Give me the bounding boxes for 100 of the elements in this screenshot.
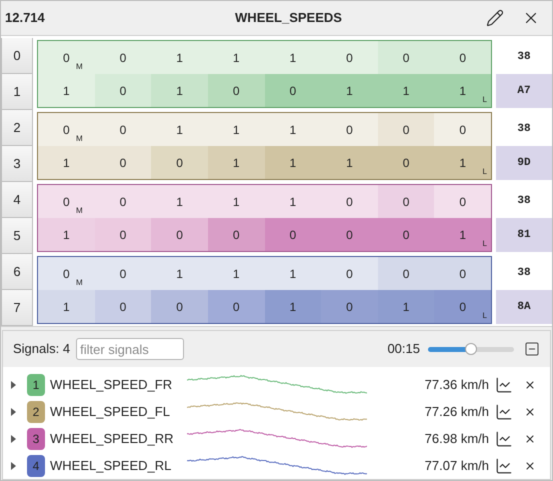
bit-cell: 0 bbox=[94, 74, 152, 107]
bit-marker: L bbox=[482, 310, 487, 322]
row-index-button[interactable]: 0 bbox=[1, 38, 33, 74]
bit-cell: 1 bbox=[208, 146, 264, 179]
bit-cell: 0 bbox=[321, 185, 378, 218]
bit-cell: 0 bbox=[208, 218, 264, 251]
bit-cell: 1 bbox=[151, 74, 208, 107]
edit-icon[interactable] bbox=[486, 9, 504, 27]
chart-icon[interactable] bbox=[495, 376, 513, 394]
bit-cell: 0 M bbox=[38, 257, 95, 290]
bit-cell: 1 bbox=[321, 146, 378, 179]
signal-value: 76.98 km/h bbox=[424, 430, 489, 448]
bit-cell: 1 bbox=[38, 290, 95, 323]
bit-cell: 0 bbox=[378, 41, 434, 74]
time-slider[interactable] bbox=[428, 343, 514, 355]
bit-cell: 1 bbox=[264, 257, 322, 290]
bit-cell: 1 L bbox=[434, 218, 491, 251]
bit-marker: M bbox=[76, 205, 83, 217]
bit-cell: 0 bbox=[378, 218, 434, 251]
bit-cell: 1 bbox=[208, 185, 264, 218]
chart-icon[interactable] bbox=[495, 456, 513, 474]
bit-marker: M bbox=[76, 61, 83, 73]
bit-cell: 0 bbox=[94, 185, 152, 218]
bit-cell: 0 bbox=[378, 257, 434, 290]
collapse-icon[interactable] bbox=[524, 341, 540, 357]
bit-cell: 0 L bbox=[434, 290, 491, 323]
hex-value-cell: 81 bbox=[496, 218, 552, 252]
signal-name: WHEEL_SPEED_FL bbox=[50, 402, 171, 421]
bit-cell: 0 bbox=[321, 113, 378, 146]
signal-value: 77.26 km/h bbox=[424, 402, 489, 421]
signal-value: 77.07 km/h bbox=[424, 456, 489, 475]
chart-icon[interactable] bbox=[495, 402, 513, 420]
hex-value-cell: 8A bbox=[496, 290, 552, 324]
time-readout: 12.714 bbox=[5, 9, 46, 28]
hex-value-cell: 9D bbox=[496, 146, 552, 180]
bit-cell: 1 bbox=[208, 113, 264, 146]
bit-cell: 0 M bbox=[38, 41, 95, 74]
bit-cell: 0 bbox=[94, 146, 152, 179]
bit-cell: 1 bbox=[264, 113, 322, 146]
expand-icon[interactable] bbox=[11, 408, 17, 416]
window-title: WHEEL_SPEEDS bbox=[234, 9, 343, 28]
row-index-button[interactable]: 4 bbox=[1, 182, 33, 218]
bit-marker: L bbox=[482, 238, 487, 250]
expand-icon[interactable] bbox=[11, 462, 17, 470]
row-index-button[interactable]: 2 bbox=[1, 110, 33, 146]
signal-number-badge: 1 bbox=[27, 374, 45, 396]
bit-cell: 0 bbox=[321, 290, 378, 323]
bit-marker: L bbox=[482, 166, 487, 178]
bit-cell: 1 bbox=[321, 74, 378, 107]
bit-cell: 1 bbox=[264, 290, 322, 323]
time-window-label: 00:15 bbox=[387, 340, 420, 358]
bit-cell: 0 M bbox=[38, 185, 95, 218]
bit-cell: 1 bbox=[264, 41, 322, 74]
bit-cell: 1 bbox=[38, 146, 95, 179]
row-index-button[interactable]: 7 bbox=[1, 290, 33, 326]
filter-field[interactable]: filter signals bbox=[76, 338, 184, 360]
bit-cell: 1 bbox=[378, 74, 434, 107]
bit-cell: 1 bbox=[38, 74, 95, 107]
bit-cell: 0 bbox=[321, 257, 378, 290]
bit-marker: L bbox=[482, 94, 487, 106]
signal-number-badge: 3 bbox=[27, 428, 45, 450]
bit-cell: 1 L bbox=[434, 74, 491, 107]
chart-icon[interactable] bbox=[495, 430, 513, 448]
signal-name: WHEEL_SPEED_RL bbox=[50, 456, 172, 475]
bit-cell: 1 bbox=[378, 290, 434, 323]
remove-icon[interactable] bbox=[524, 432, 536, 444]
bit-cell: 0 bbox=[321, 218, 378, 251]
bit-cell: 1 bbox=[264, 185, 322, 218]
bit-marker: M bbox=[76, 133, 83, 145]
bit-cell: 0 bbox=[434, 185, 491, 218]
slider-thumb[interactable] bbox=[465, 343, 477, 355]
remove-icon[interactable] bbox=[524, 378, 536, 390]
bit-cell: 0 bbox=[94, 218, 152, 251]
remove-icon[interactable] bbox=[524, 406, 536, 418]
bit-cell: 0 bbox=[151, 218, 208, 251]
bit-cell: 0 bbox=[434, 257, 491, 290]
signal-number-badge: 2 bbox=[27, 400, 45, 422]
bit-cell: 0 bbox=[378, 113, 434, 146]
bit-cell: 0 bbox=[94, 257, 152, 290]
bit-cell: 0 bbox=[434, 113, 491, 146]
bit-cell: 0 bbox=[321, 41, 378, 74]
expand-icon[interactable] bbox=[11, 434, 17, 442]
bit-cell: 0 bbox=[208, 290, 264, 323]
row-index-button[interactable]: 6 bbox=[1, 254, 33, 290]
row-index-button[interactable]: 5 bbox=[1, 218, 33, 254]
signal-number-badge: 4 bbox=[27, 454, 45, 476]
bit-cell: 1 bbox=[264, 146, 322, 179]
bit-cell: 0 bbox=[151, 290, 208, 323]
bit-cell: 0 bbox=[94, 290, 152, 323]
expand-icon[interactable] bbox=[11, 380, 17, 388]
bit-cell: 0 bbox=[378, 146, 434, 179]
bit-cell: 0 bbox=[94, 41, 152, 74]
bit-marker: M bbox=[76, 277, 83, 289]
bit-cell: 1 bbox=[151, 257, 208, 290]
row-index-button[interactable]: 3 bbox=[1, 146, 33, 182]
row-index-button[interactable]: 1 bbox=[1, 74, 33, 110]
bit-cell: 0 bbox=[434, 41, 491, 74]
signals-count: Signals: 4 bbox=[13, 340, 70, 358]
remove-icon[interactable] bbox=[524, 460, 536, 472]
bit-cell: 0 M bbox=[38, 113, 95, 146]
